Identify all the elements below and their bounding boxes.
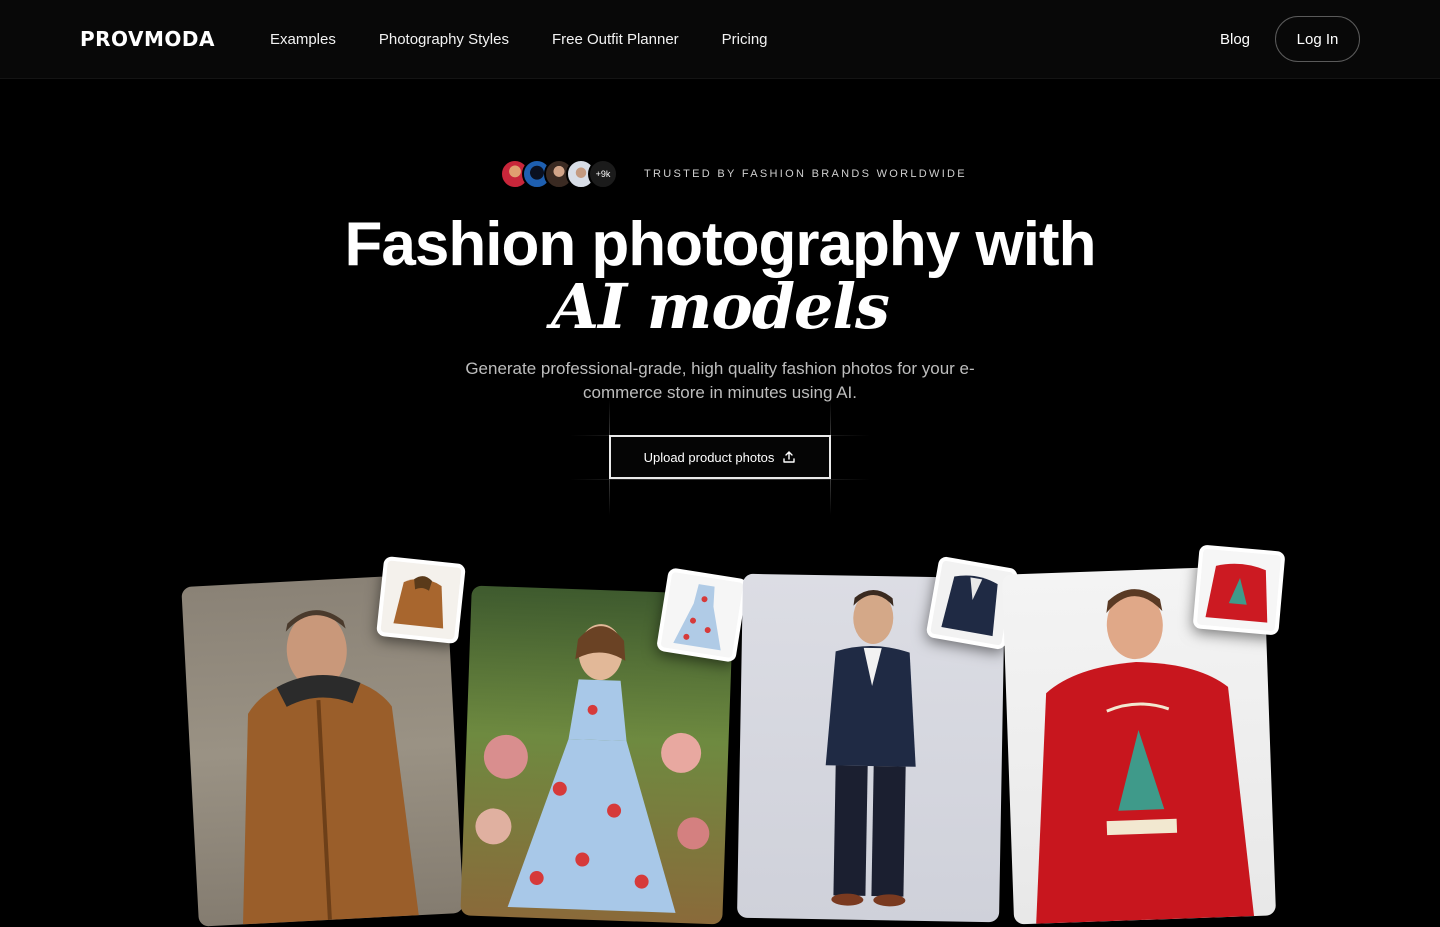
- nav-link-free-outfit-planner[interactable]: Free Outfit Planner: [552, 30, 679, 50]
- upload-icon: [783, 451, 796, 463]
- hero-title-accent: AI models: [551, 270, 890, 343]
- product-thumb-dress: [655, 567, 749, 663]
- avatar-count: +9k: [588, 159, 618, 189]
- cta-label: Upload product photos: [643, 449, 775, 465]
- login-button[interactable]: Log In: [1275, 16, 1360, 62]
- nav-link-photography-styles[interactable]: Photography Styles: [379, 30, 509, 50]
- sweater-product-image: [1196, 548, 1282, 632]
- grid-line: [570, 479, 870, 480]
- nav-link-pricing[interactable]: Pricing: [722, 30, 768, 50]
- upload-product-photos-button[interactable]: Upload product photos: [609, 435, 831, 479]
- dress-product-image: [660, 571, 744, 659]
- jacket-product-image: [380, 560, 462, 640]
- trusted-badge: +9k TRUSTED BY FASHION BRANDS WORLDWIDE: [500, 158, 967, 190]
- avatar-stack: +9k: [500, 159, 618, 189]
- logo[interactable]: PROVMODA: [80, 27, 215, 51]
- hero-subtitle: Generate professional-grade, high qualit…: [465, 359, 975, 402]
- top-navbar: PROVMODA Examples Photography Styles Fre…: [0, 0, 1440, 79]
- product-thumb-sweater: [1192, 544, 1286, 636]
- nav-links: Examples Photography Styles Free Outfit …: [270, 30, 811, 50]
- product-thumb-jacket: [376, 555, 466, 645]
- nav-link-examples[interactable]: Examples: [270, 30, 336, 50]
- cta-frame: Upload product photos: [570, 400, 870, 515]
- suit-product-image: [930, 560, 1014, 646]
- nav-link-blog[interactable]: Blog: [1220, 30, 1250, 50]
- trusted-text: TRUSTED BY FASHION BRANDS WORLDWIDE: [644, 168, 967, 180]
